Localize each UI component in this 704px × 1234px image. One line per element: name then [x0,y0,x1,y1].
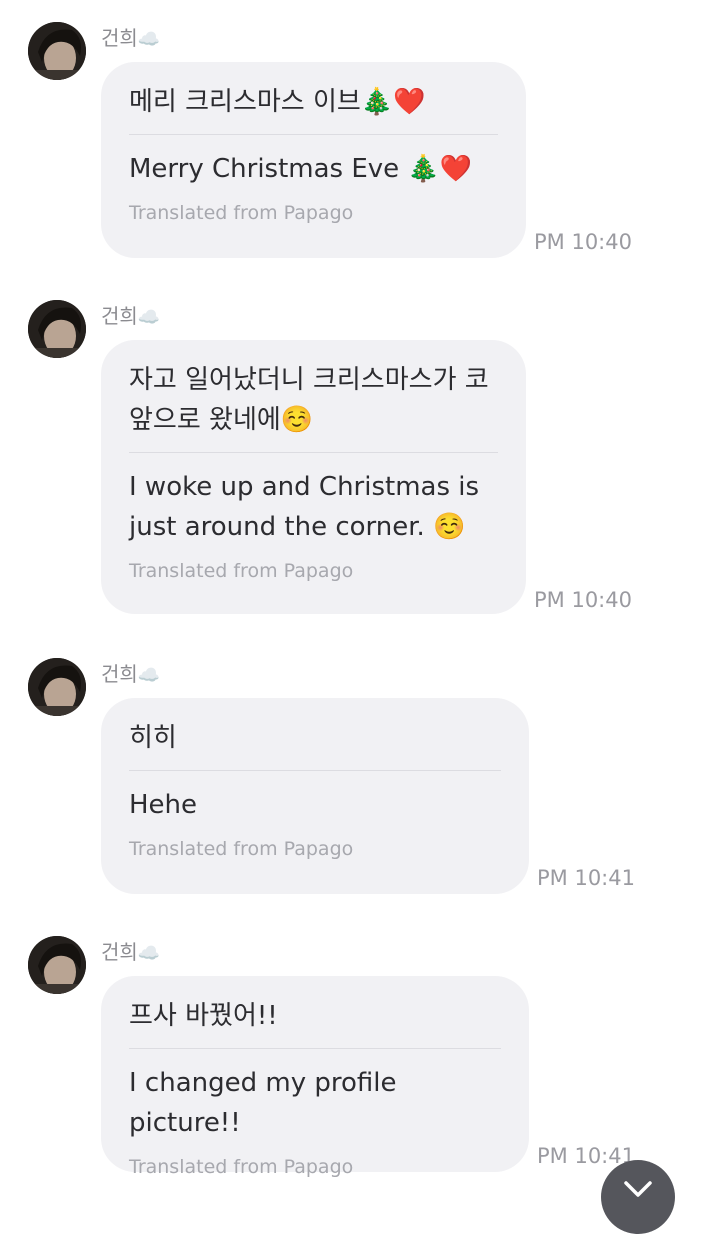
translated-text: I changed my profile picture!! [129,1068,397,1138]
chat-thread: 건희☁️ 메리 크리스마스 이브🎄❤️ Merry Christmas Eve … [0,0,704,1234]
sender-name-text: 건희 [101,304,138,328]
original-line: 자고 일어났더니 크리스마스가 코 [129,365,489,395]
translated-text: Merry Christmas Eve 🎄❤️ [129,154,473,184]
message-bubble[interactable]: 자고 일어났더니 크리스마스가 코 앞으로 왔네에☺️ I woke up an… [101,340,526,614]
message-bubble[interactable]: 프사 바꿨어!! I changed my profile picture!! … [101,976,529,1178]
original-text: 자고 일어났더니 크리스마스가 코 앞으로 왔네에☺️ [129,360,498,453]
timestamp: PM 10:40 [534,230,632,254]
sender-name: 건희☁️ [101,24,160,54]
translated-text: Hehe [129,790,198,820]
avatar[interactable] [28,300,86,358]
avatar[interactable] [28,658,86,716]
cloud-badge: ☁️ [137,307,161,328]
message-bubble[interactable]: 히히 Hehe Translated from Papago [101,698,529,894]
cloud-badge: ☁️ [137,665,161,686]
translation-credit: Translated from Papago [129,560,354,582]
cloud-badge: ☁️ [137,29,161,50]
message-bubble[interactable]: 메리 크리스마스 이브🎄❤️ Merry Christmas Eve 🎄❤️ T… [101,62,526,258]
translated-line: I woke up and Christmas is [129,472,480,502]
sender-name: 건희☁️ [101,938,160,968]
avatar[interactable] [28,22,86,80]
translation-credit: Translated from Papago [129,838,354,860]
timestamp: PM 10:41 [537,866,635,890]
original-text: 히히 [129,718,501,771]
translated-line: just around the corner. ☺️ [129,512,466,542]
scroll-to-bottom-button[interactable] [601,1160,675,1234]
translated-text: I woke up and Christmas is just around t… [129,453,498,547]
avatar[interactable] [28,936,86,994]
sender-name-text: 건희 [101,662,138,686]
translation-credit: Translated from Papago [129,202,354,224]
timestamp: PM 10:40 [534,588,632,612]
sender-name-text: 건희 [101,26,138,50]
cloud-badge: ☁️ [137,943,161,964]
sender-name: 건희☁️ [101,302,160,332]
sender-name: 건희☁️ [101,660,160,690]
chevron-down-icon [624,1181,652,1197]
original-text: 메리 크리스마스 이브🎄❤️ [129,82,498,135]
original-text: 프사 바꿨어!! [129,996,501,1049]
translation-credit: Translated from Papago [129,1156,354,1178]
original-line: 앞으로 왔네에☺️ [129,405,314,435]
sender-name-text: 건희 [101,940,138,964]
